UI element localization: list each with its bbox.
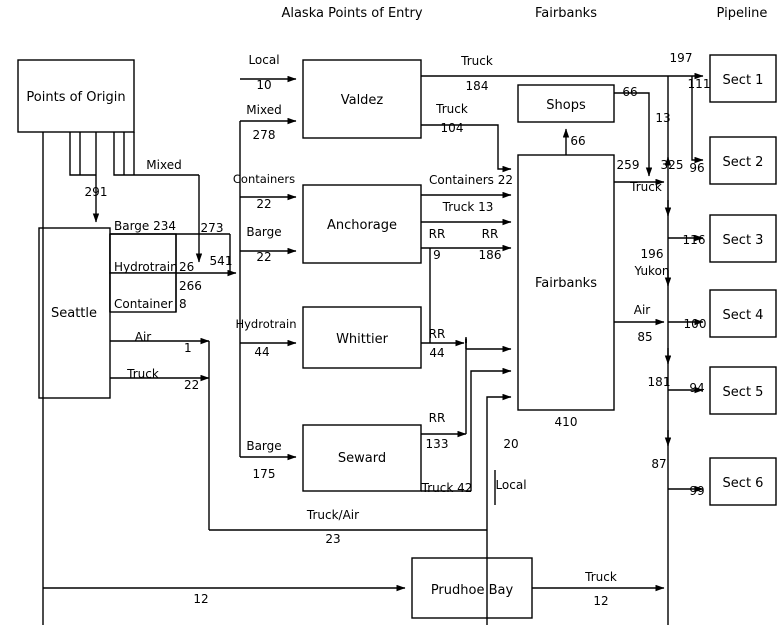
edge-label-truck-air: Truck/Air [306, 508, 359, 522]
edge-label-shops-in-66: 66 [570, 134, 585, 148]
edge-label-valdez-truck1: Truck [460, 54, 493, 68]
edge-label-origin-mixed: Mixed [146, 158, 181, 172]
edge-label-13: 13 [655, 111, 670, 125]
edge-label-origin-seattle-291: 291 [85, 185, 108, 199]
node-label-seattle: Seattle [51, 306, 97, 321]
edge-label-196: 196 [641, 247, 664, 261]
edge-label-origin-mixed-273: 273 [201, 221, 224, 235]
edge-label-anchorage-barge: Barge [246, 225, 281, 239]
edge-label-valdez-truck2-104: 104 [441, 121, 464, 135]
edge-label-rr-9: 9 [433, 248, 441, 262]
edge-label-rr-whittier: RR [429, 327, 446, 341]
edge-label-seward-barge: Barge [246, 439, 281, 453]
edge-label-truck-fairbanks: Truck [629, 180, 662, 194]
edge-label-air-85: 85 [637, 330, 652, 344]
edge-pipeline-sections [668, 72, 704, 493]
edge-label-seattle-truck-22: 22 [184, 378, 199, 392]
edge-label-rr-whittier-44: 44 [429, 346, 444, 360]
edge-label-541: 541 [210, 254, 233, 268]
node-label-sect-4: Sect 4 [723, 308, 764, 323]
node-label-fairbanks: Fairbanks [535, 276, 597, 291]
column-header-fairbanks: Fairbanks [535, 6, 597, 21]
edge-label-seattle-air-1: 1 [184, 341, 192, 355]
flow-diagram-canvas: Alaska Points of Entry Fairbanks Pipelin… [0, 0, 783, 625]
edge-label-seattle-truck: Truck [126, 367, 159, 381]
edge-label-111: 111 [688, 77, 711, 91]
edge-label-197: 197 [670, 51, 693, 65]
edge-label-99: 99 [689, 484, 704, 498]
edge-label-container-8: 8 [179, 297, 187, 311]
node-label-anchorage: Anchorage [327, 218, 397, 233]
edge-label-20: 20 [503, 437, 518, 451]
edge-label-anchorage-containers-22: 22 [256, 197, 271, 211]
edge-label-rr-186: 186 [479, 248, 502, 262]
edge-label-259: 259 [617, 158, 640, 172]
edge-label-hydrotrain-26: 26 [179, 260, 194, 274]
node-label-whittier: Whittier [336, 332, 389, 347]
edge-label-air-fairbanks: Air [634, 303, 651, 317]
edge-label-whittier-hydrotrain: Hydrotrain [235, 317, 296, 331]
node-label-seward: Seward [338, 451, 386, 466]
edge-label-87: 87 [651, 457, 666, 471]
edge-label-100: 100 [684, 317, 707, 331]
edge-label-rr-left: RR [429, 227, 446, 241]
node-label-sect-1: Sect 1 [723, 73, 764, 88]
edge-label-266: 266 [179, 279, 202, 293]
column-header-entry: Alaska Points of Entry [281, 6, 422, 21]
edge-label-container: Container [114, 297, 173, 311]
node-label-sect-5: Sect 5 [723, 385, 764, 400]
edge-label-seward-barge-175: 175 [253, 467, 276, 481]
edge-anchorage-outputs [421, 191, 512, 343]
node-label-sect-6: Sect 6 [723, 476, 764, 491]
node-label-valdez: Valdez [341, 93, 384, 108]
edge-label-whittier-hydrotrain-44: 44 [254, 345, 269, 359]
edge-label-325: 325 [661, 158, 684, 172]
node-label-points-of-origin: Points of Origin [26, 90, 125, 105]
edge-label-116: 116 [683, 233, 706, 247]
edge-label-valdez-local-10: 10 [256, 78, 271, 92]
edge-label-shops-out-66: 66 [622, 85, 637, 99]
edge-rr-to-fairbanks [465, 339, 467, 343]
edge-label-valdez-mixed: Mixed [246, 103, 281, 117]
edge-label-181: 181 [648, 375, 671, 389]
edge-label-94: 94 [689, 381, 704, 395]
edge-label-local-bottom: Local [495, 478, 526, 492]
diagram-svg: Alaska Points of Entry Fairbanks Pipelin… [17, 6, 777, 625]
edge-label-truck-13: Truck 13 [442, 200, 494, 214]
edge-label-96: 96 [689, 161, 704, 175]
edge-label-yukon: Yukon [633, 264, 669, 278]
edge-label-barge-234: Barge 234 [114, 219, 176, 233]
edge-label-truck-air-23: 23 [325, 532, 340, 546]
edge-label-containers-22: Containers 22 [429, 173, 513, 187]
edge-label-anchorage-barge-22: 22 [256, 250, 271, 264]
edge-label-rr-right: RR [482, 227, 499, 241]
edge-label-prudhoe-12: 12 [193, 592, 208, 606]
edge-label-truck-42: Truck 42 [421, 481, 473, 495]
node-label-shops: Shops [546, 98, 586, 113]
edge-label-valdez-truck1-184: 184 [466, 79, 489, 93]
edge-label-valdez-local: Local [248, 53, 279, 67]
edge-label-hydrotrain: Hydrotrain [114, 260, 178, 274]
edge-label-fairbanks-410: 410 [555, 415, 578, 429]
edge-label-rr-seward-133: 133 [426, 437, 449, 451]
node-label-prudhoe-bay: Prudhoe Bay [431, 583, 514, 598]
node-label-sect-3: Sect 3 [723, 233, 764, 248]
edge-label-prudhoe-truck-12: 12 [593, 594, 608, 608]
edge-label-valdez-truck2: Truck [435, 102, 468, 116]
edge-label-rr-seward: RR [429, 411, 446, 425]
edge-label-seattle-air: Air [135, 330, 152, 344]
edge-label-valdez-mixed-278: 278 [253, 128, 276, 142]
edge-label-prudhoe-truck: Truck [584, 570, 617, 584]
column-header-pipeline: Pipeline [717, 6, 768, 21]
node-label-sect-2: Sect 2 [723, 155, 764, 170]
edge-label-anchorage-containers: Containers [233, 172, 295, 186]
